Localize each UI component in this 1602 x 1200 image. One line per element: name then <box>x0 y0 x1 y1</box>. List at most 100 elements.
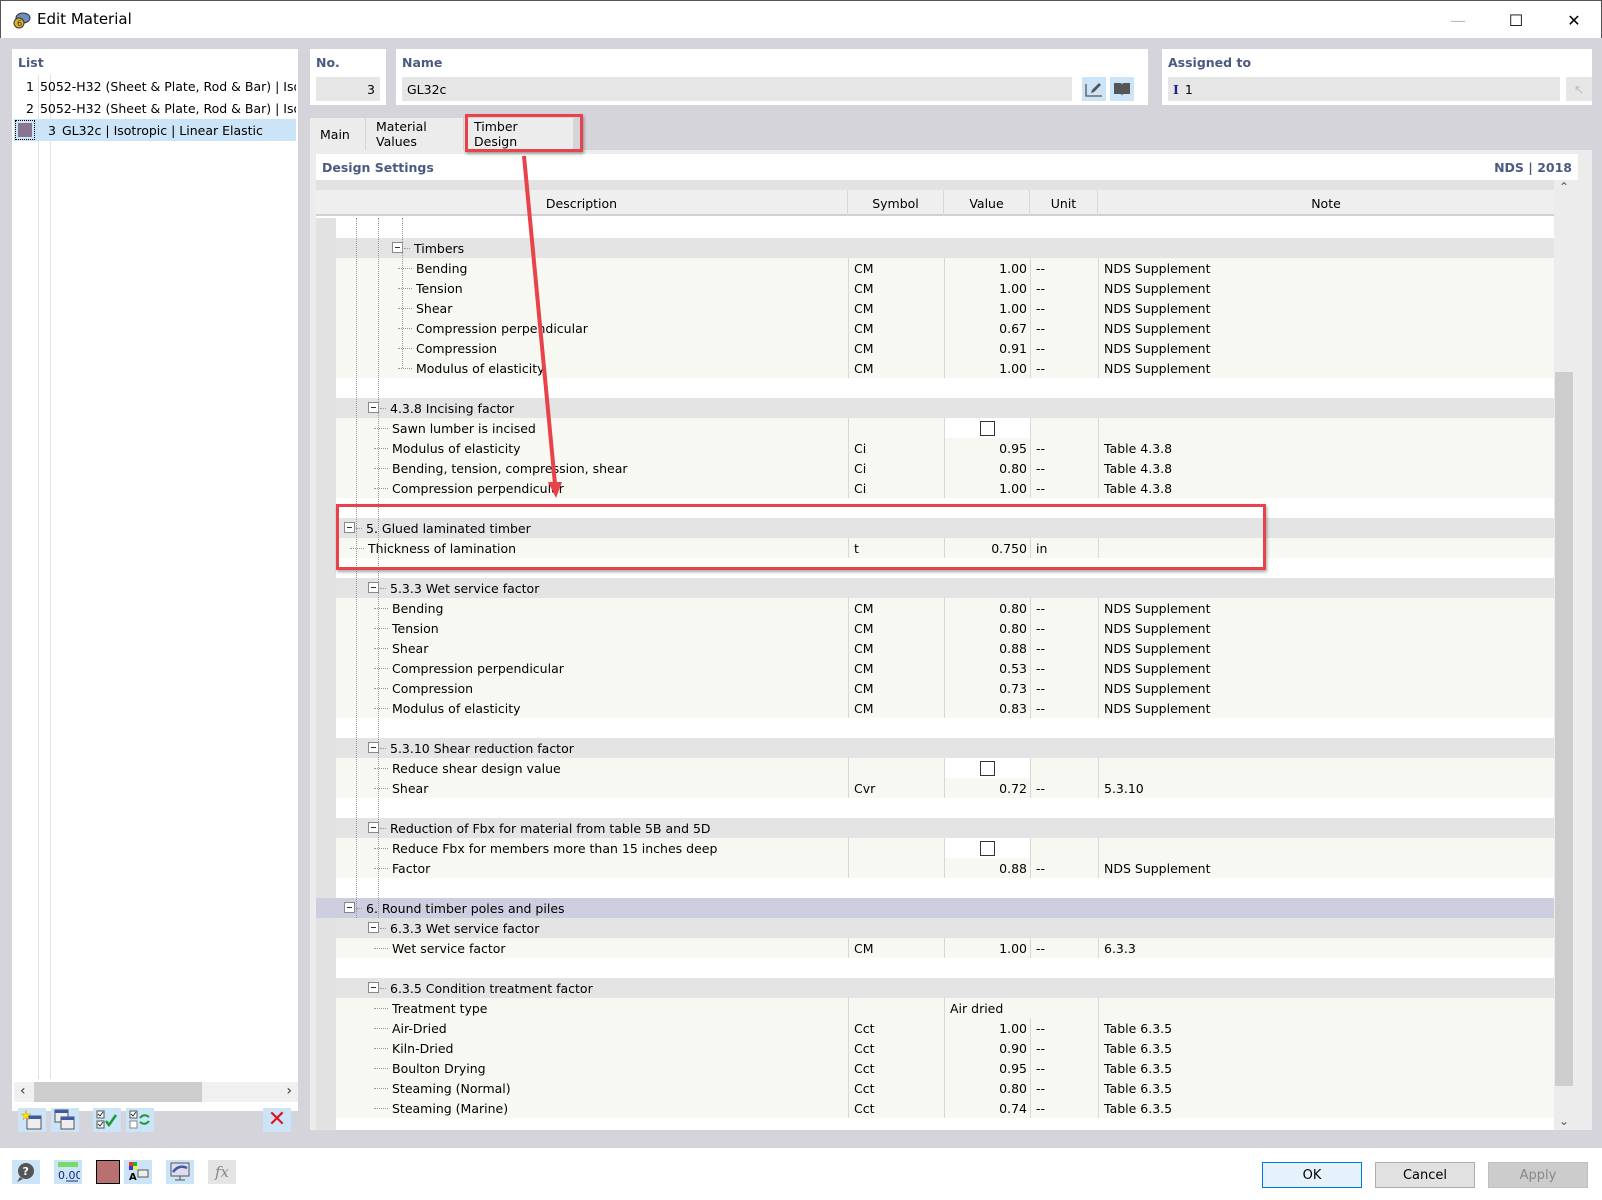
table-row[interactable]: Compression perpendicular Ci 1.00 -- Table 4… <box>316 478 1554 498</box>
col-value[interactable]: Value <box>944 190 1030 216</box>
row-value[interactable]: 1.00 <box>944 358 1030 378</box>
table-row[interactable]: Air-Dried Cct 1.00 -- Table 6.3.5 <box>316 1018 1554 1038</box>
vertical-scrollbar[interactable]: ⌃ ⌄ <box>1554 180 1574 1130</box>
table-row[interactable]: Kiln-Dried Cct 0.90 -- Table 6.3.5 <box>316 1038 1554 1058</box>
row-value[interactable]: 0.90 <box>944 1038 1030 1058</box>
scroll-down-icon[interactable]: ⌄ <box>1559 1114 1569 1128</box>
table-row[interactable]: Compression CM 0.91 -- NDS Supplement <box>316 338 1554 358</box>
scrollbar-thumb[interactable] <box>1555 372 1573 1086</box>
view-button[interactable] <box>166 1160 194 1184</box>
check-all-button[interactable] <box>93 1108 121 1132</box>
table-row[interactable]: Shear Cvr 0.72 -- 5.3.10 <box>316 778 1554 798</box>
table-row[interactable]: Steaming (Normal) Cct 0.80 -- Table 6.3.5 <box>316 1078 1554 1098</box>
formula-button[interactable]: fx <box>208 1160 236 1184</box>
table-row[interactable]: Bending CM 1.00 -- NDS Supplement <box>316 258 1554 278</box>
table-row[interactable]: Reduce Fbx for members more than 15 inch… <box>316 838 1554 858</box>
table-row[interactable]: Modulus of elasticity Ci 0.95 -- Table 4.3.8 <box>316 438 1554 458</box>
table-group-row[interactable]: Reduction of Fbx for material from table… <box>316 818 1554 838</box>
list-item[interactable]: 1 5052-H32 (Sheet & Plate, Rod & Bar) | … <box>14 75 296 97</box>
table-row[interactable]: Wet service factor CM 1.00 -- 6.3.3 <box>316 938 1554 958</box>
cancel-button[interactable]: Cancel <box>1375 1162 1475 1188</box>
table-row[interactable]: Modulus of elasticity CM 0.83 -- NDS Supplem… <box>316 698 1554 718</box>
row-value[interactable]: 1.00 <box>944 278 1030 298</box>
minimize-button[interactable]: — <box>1429 1 1487 39</box>
table-row[interactable]: Shear CM 1.00 -- NDS Supplement <box>316 298 1554 318</box>
table-row[interactable]: Factor 0.88 -- NDS Supplement <box>316 858 1554 878</box>
units-button[interactable]: 0.00 <box>54 1160 82 1184</box>
row-value[interactable]: 0.88 <box>944 638 1030 658</box>
table-row[interactable]: Shear CM 0.88 -- NDS Supplement <box>316 638 1554 658</box>
row-value[interactable]: 0.95 <box>944 1058 1030 1078</box>
apply-button[interactable]: Apply <box>1488 1162 1588 1188</box>
row-value[interactable]: 0.95 <box>944 438 1030 458</box>
table-group-row[interactable]: 6. Round timber poles and piles <box>316 898 1554 918</box>
list-item-selected[interactable]: 3 GL32c | Isotropic | Linear Elastic <box>14 119 296 141</box>
copy-material-button[interactable] <box>51 1108 79 1132</box>
table-row[interactable]: Boulton Drying Cct 0.95 -- Table 6.3.5 <box>316 1058 1554 1078</box>
scroll-up-icon[interactable]: ⌃ <box>1559 180 1569 194</box>
table-row[interactable]: Bending CM 0.80 -- NDS Supplement <box>316 598 1554 618</box>
row-value[interactable]: 0.80 <box>944 618 1030 638</box>
table-row[interactable]: Tension CM 1.00 -- NDS Supplement <box>316 278 1554 298</box>
row-value[interactable]: 0.72 <box>944 778 1030 798</box>
row-value[interactable]: 0.88 <box>944 858 1030 878</box>
checkbox[interactable] <box>980 760 995 776</box>
table-row[interactable]: Modulus of elasticity CM 1.00 -- NDS Supplem… <box>316 358 1554 378</box>
delete-button[interactable]: ✕ <box>263 1108 291 1132</box>
row-value[interactable]: 0.83 <box>944 698 1030 718</box>
checkbox[interactable] <box>980 420 995 436</box>
pick-button[interactable]: ↖ <box>1566 77 1592 101</box>
table-row[interactable]: Reduce shear design value <box>316 758 1554 778</box>
table-row[interactable]: Treatment type Air dried <box>316 998 1554 1018</box>
row-checkbox-cell[interactable] <box>944 758 1030 778</box>
table-row[interactable]: Compression perpendicular CM 0.53 -- NDS Sup… <box>316 658 1554 678</box>
table-group-row[interactable]: 6.3.3 Wet service factor <box>316 918 1554 938</box>
table-row[interactable]: Sawn lumber is incised <box>316 418 1554 438</box>
name-field[interactable]: GL32c <box>402 77 1072 101</box>
assigned-field[interactable]: I 1 <box>1168 77 1560 101</box>
row-value[interactable]: 1.00 <box>944 1018 1030 1038</box>
col-note[interactable]: Note <box>1098 190 1554 216</box>
new-material-button[interactable] <box>18 1108 46 1132</box>
close-window-button[interactable]: ✕ <box>1545 1 1602 39</box>
col-description[interactable]: Description <box>316 190 848 216</box>
table-row[interactable]: Compression perpendicular CM 0.67 -- NDS Sup… <box>316 318 1554 338</box>
row-checkbox-cell[interactable] <box>944 418 1030 438</box>
row-value[interactable]: 0.67 <box>944 318 1030 338</box>
row-value[interactable]: 0.73 <box>944 678 1030 698</box>
tab-main[interactable]: Main <box>310 118 366 150</box>
row-value[interactable]: 0.80 <box>944 1078 1030 1098</box>
ok-button[interactable]: OK <box>1262 1162 1362 1188</box>
maximize-button[interactable]: ☐ <box>1487 1 1545 39</box>
row-value[interactable]: 0.74 <box>944 1098 1030 1118</box>
col-symbol[interactable]: Symbol <box>848 190 944 216</box>
row-value[interactable]: 1.00 <box>944 478 1030 498</box>
scrollbar-thumb[interactable] <box>34 1082 202 1102</box>
table-group-row[interactable]: Timbers <box>316 238 1554 258</box>
list-item[interactable]: 2 5052-H32 (Sheet & Plate, Rod & Bar) | … <box>14 97 296 119</box>
checkbox[interactable] <box>980 840 995 856</box>
horizontal-scrollbar[interactable]: ‹ › <box>14 1082 298 1102</box>
row-value[interactable]: 1.00 <box>944 258 1030 278</box>
material-color-button[interactable] <box>96 1160 120 1184</box>
table-row[interactable]: Tension CM 0.80 -- NDS Supplement <box>316 618 1554 638</box>
row-value-select[interactable]: Air dried <box>944 998 1098 1018</box>
table-group-row[interactable]: 4.3.8 Incising factor <box>316 398 1554 418</box>
row-value[interactable]: 0.91 <box>944 338 1030 358</box>
row-value[interactable]: 0.80 <box>944 458 1030 478</box>
scroll-left-icon[interactable]: ‹ <box>20 1083 26 1099</box>
row-value[interactable]: 1.00 <box>944 938 1030 958</box>
table-group-row[interactable]: 6.3.5 Condition treatment factor <box>316 978 1554 998</box>
row-checkbox-cell[interactable] <box>944 838 1030 858</box>
row-value[interactable]: 0.80 <box>944 598 1030 618</box>
row-value[interactable]: 1.00 <box>944 298 1030 318</box>
table-row[interactable]: Compression CM 0.73 -- NDS Supplement <box>316 678 1554 698</box>
table-row[interactable]: Bending, tension, compression, shear Ci 0.… <box>316 458 1554 478</box>
number-field[interactable]: 3 <box>316 77 380 101</box>
display-properties-button[interactable]: A <box>124 1160 152 1184</box>
library-button[interactable] <box>1110 77 1134 101</box>
toggle-check-button[interactable] <box>126 1108 154 1132</box>
table-row[interactable]: Steaming (Marine) Cct 0.74 -- Table 6.3.5 <box>316 1098 1554 1118</box>
row-value[interactable]: 0.53 <box>944 658 1030 678</box>
scroll-right-icon[interactable]: › <box>286 1083 292 1099</box>
